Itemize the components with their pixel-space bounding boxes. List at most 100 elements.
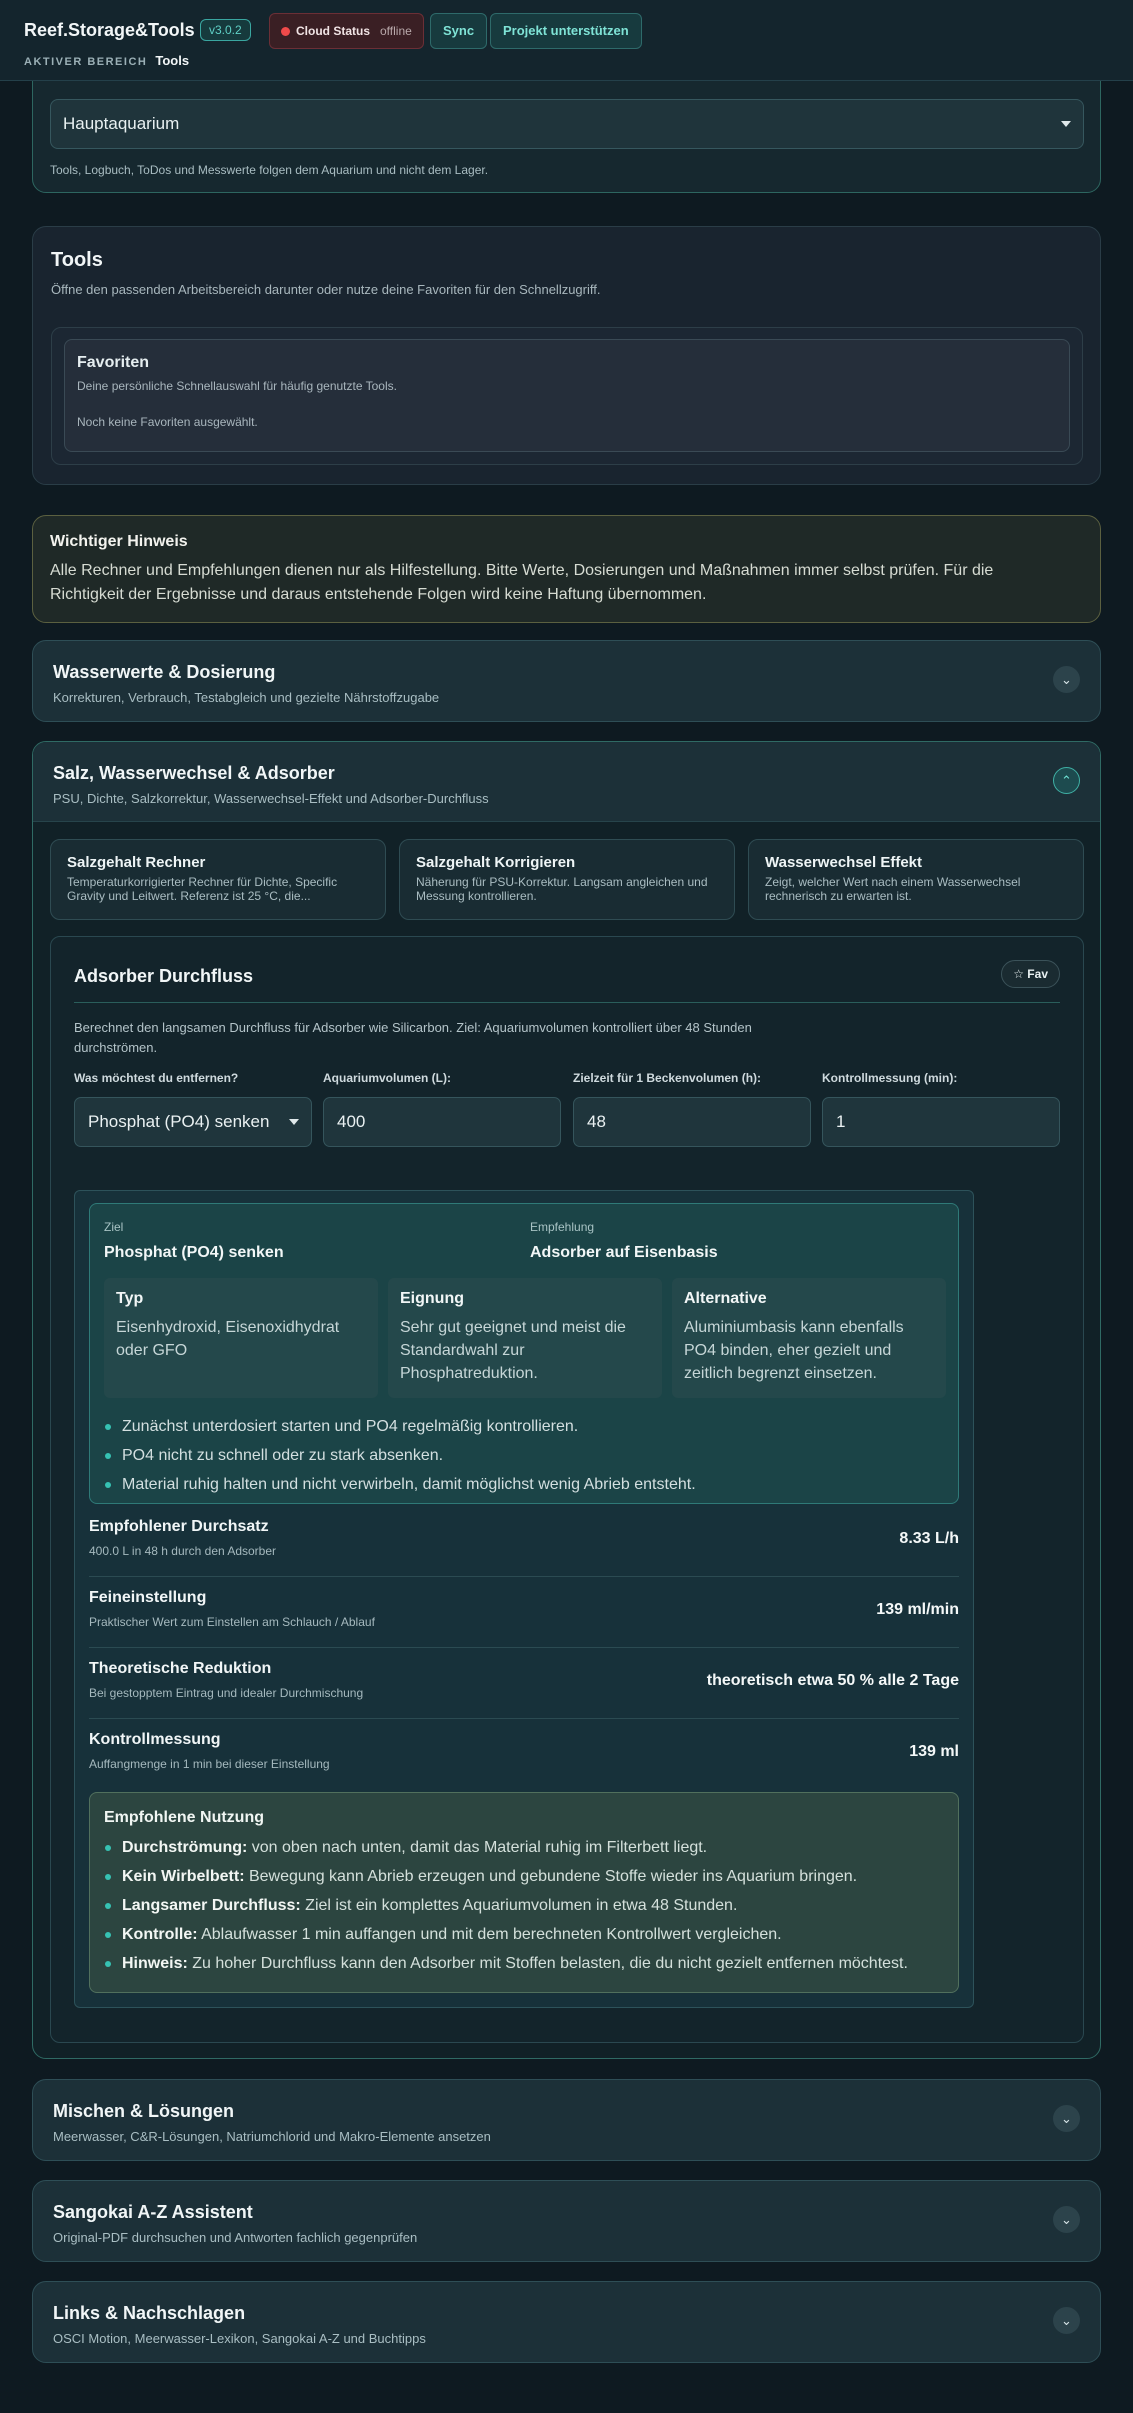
chevron-down-icon[interactable]: ⌄ xyxy=(1053,666,1080,693)
cloud-status-state: offline xyxy=(380,24,412,38)
section-title: Sangokai A-Z Assistent xyxy=(53,2202,253,2222)
remove-select-value: Phosphat (PO4) senken xyxy=(88,1112,270,1131)
support-project-button[interactable]: Projekt unterstützen xyxy=(490,13,642,49)
usage-list: Durchströmung: von oben nach unten, dami… xyxy=(104,1833,944,1978)
important-notice: Wichtiger Hinweis Alle Rechner und Empfe… xyxy=(32,515,1101,623)
time-input[interactable]: 48 xyxy=(573,1097,811,1147)
goal-card: Ziel Phosphat (PO4) senken Empfehlung Ad… xyxy=(89,1203,959,1504)
result-row-reduktion: Theoretische Reduktion Bei gestopptem Ei… xyxy=(89,1648,959,1719)
section-salz-header[interactable]: Salz, Wasserwechsel & Adsorber PSU, Dich… xyxy=(33,742,1100,822)
adsorber-title: Adsorber Durchfluss xyxy=(74,966,254,986)
notice-title: Wichtiger Hinweis xyxy=(50,533,188,550)
list-item: Zunächst unterdosiert starten und PO4 re… xyxy=(104,1412,944,1441)
usage-card: Empfohlene Nutzung Durchströmung: von ob… xyxy=(89,1792,959,1993)
section-wasserwerte[interactable]: Wasserwerte & Dosierung Korrekturen, Ver… xyxy=(32,640,1101,722)
info-box-alternative: Alternative Aluminiumbasis kann ebenfall… xyxy=(672,1278,946,1398)
info-box-text: Aluminiumbasis kann ebenfalls PO4 binden… xyxy=(684,1319,904,1382)
result-title: Empfohlener Durchsatz xyxy=(89,1518,269,1535)
usage-title: Empfohlene Nutzung xyxy=(104,1809,264,1826)
result-subtitle: Auffangmenge in 1 min bei dieser Einstel… xyxy=(89,1757,330,1771)
result-value: 8.33 L/h xyxy=(899,1530,959,1547)
cloud-status-label: Cloud Status xyxy=(296,24,370,38)
aquarium-select[interactable]: Hauptaquarium xyxy=(50,99,1084,149)
tool-wasserwechsel-effekt[interactable]: Wasserwechsel Effekt Zeigt, welcher Wert… xyxy=(748,839,1084,920)
tool-title: Wasserwechsel Effekt xyxy=(765,854,923,871)
recommendation-value: Adsorber auf Eisenbasis xyxy=(530,1244,718,1261)
breadcrumb: AKTIVER BEREICH Tools xyxy=(24,53,189,68)
app-header: Reef.Storage&Tools v3.0.2 Cloud Status o… xyxy=(0,0,1133,81)
section-links[interactable]: Links & Nachschlagen OSCI Motion, Meerwa… xyxy=(32,2281,1101,2363)
section-salz: Salz, Wasserwechsel & Adsorber PSU, Dich… xyxy=(32,741,1101,2059)
section-title: Salz, Wasserwechsel & Adsorber xyxy=(53,763,335,783)
chevron-down-icon[interactable]: ⌄ xyxy=(1053,2105,1080,2132)
aquarium-select-value: Hauptaquarium xyxy=(63,114,180,133)
result-title: Feineinstellung xyxy=(89,1589,207,1606)
list-item: Kontrolle: Ablaufwasser 1 min auffangen … xyxy=(104,1920,944,1949)
tools-card: Tools Öffne den passenden Arbeitsbereich… xyxy=(32,226,1101,485)
recommendation-label: Empfehlung xyxy=(530,1220,595,1234)
favorites-empty: Noch keine Favoriten ausgewählt. xyxy=(77,415,258,429)
result-row-kontrollmessung: Kontrollmessung Auffangmenge in 1 min be… xyxy=(89,1719,959,1790)
tools-subtitle: Öffne den passenden Arbeitsbereich darun… xyxy=(51,282,601,297)
section-subtitle: Korrekturen, Verbrauch, Testabgleich und… xyxy=(53,690,440,705)
breadcrumb-current: Tools xyxy=(155,53,190,68)
chevron-down-icon[interactable]: ⌄ xyxy=(1053,2307,1080,2334)
list-item: Material ruhig halten und nicht verwirbe… xyxy=(104,1470,944,1499)
app-title: Reef.Storage&Tools xyxy=(24,20,195,40)
volume-input[interactable]: 400 xyxy=(323,1097,561,1147)
section-subtitle: Original-PDF durchsuchen und Antworten f… xyxy=(53,2230,418,2245)
section-sangokai[interactable]: Sangokai A-Z Assistent Original-PDF durc… xyxy=(32,2180,1101,2262)
chevron-up-icon[interactable]: ⌃ xyxy=(1053,767,1080,794)
dropdown-caret-icon xyxy=(289,1119,299,1125)
adsorber-description: Berechnet den langsamen Durchfluss für A… xyxy=(74,1020,752,1055)
adsorber-panel: Adsorber Durchfluss ☆ Fav Berechnet den … xyxy=(50,936,1084,2043)
result-row-durchsatz: Empfohlener Durchsatz 400.0 L in 48 h du… xyxy=(89,1506,959,1577)
section-mischen[interactable]: Mischen & Lösungen Meerwasser, C&R-Lösun… xyxy=(32,2079,1101,2161)
info-box-typ: Typ Eisenhydroxid, Eisenoxidhydrat oder … xyxy=(104,1278,378,1398)
section-title: Links & Nachschlagen xyxy=(53,2303,246,2323)
result-value: 139 ml/min xyxy=(876,1601,959,1618)
favorites-box: Favoriten Deine persönliche Schnellauswa… xyxy=(64,339,1070,452)
time-label: Zielzeit für 1 Beckenvolumen (h): xyxy=(573,1071,762,1085)
section-title: Wasserwerte & Dosierung xyxy=(53,662,276,682)
list-item: Durchströmung: von oben nach unten, dami… xyxy=(104,1833,944,1862)
adsorber-result: Ziel Phosphat (PO4) senken Empfehlung Ad… xyxy=(74,1190,974,2008)
tools-title: Tools xyxy=(51,249,103,271)
info-box-title: Alternative xyxy=(684,1290,767,1307)
dropdown-caret-icon xyxy=(1061,121,1071,127)
aquarium-hint: Tools, Logbuch, ToDos und Messwerte folg… xyxy=(50,163,489,177)
goal-label: Ziel xyxy=(104,1220,124,1234)
goal-value: Phosphat (PO4) senken xyxy=(104,1244,284,1261)
list-item: Langsamer Durchfluss: Ziel ist ein kompl… xyxy=(104,1891,944,1920)
version-badge: v3.0.2 xyxy=(200,19,251,41)
tool-description: Temperaturkorrigierter Rechner für Dicht… xyxy=(67,875,338,903)
section-subtitle: PSU, Dichte, Salzkorrektur, Wasserwechse… xyxy=(53,791,489,806)
cloud-status-button[interactable]: Cloud Status offline xyxy=(269,13,424,49)
tool-salzgehalt-korrigieren[interactable]: Salzgehalt Korrigieren Näherung für PSU-… xyxy=(399,839,735,920)
volume-label: Aquariumvolumen (L): xyxy=(323,1071,451,1085)
notice-text: Alle Rechner und Empfehlungen dienen nur… xyxy=(50,562,994,603)
remove-select[interactable]: Phosphat (PO4) senken xyxy=(74,1097,312,1147)
favorites-title: Favoriten xyxy=(77,354,150,371)
tool-description: Näherung für PSU-Korrektur. Langsam angl… xyxy=(416,875,708,903)
info-box-eignung: Eignung Sehr gut geeignet und meist die … xyxy=(388,1278,662,1398)
sync-button[interactable]: Sync xyxy=(430,13,488,49)
divider xyxy=(74,1002,1060,1003)
chevron-down-icon[interactable]: ⌄ xyxy=(1053,2206,1080,2233)
tips-list: Zunächst unterdosiert starten und PO4 re… xyxy=(104,1412,944,1499)
breadcrumb-label: AKTIVER BEREICH xyxy=(24,56,148,68)
section-subtitle: OSCI Motion, Meerwasser-Lexikon, Sangoka… xyxy=(53,2331,426,2346)
tool-title: Salzgehalt Korrigieren xyxy=(416,854,576,871)
info-box-title: Eignung xyxy=(400,1290,464,1307)
result-subtitle: Praktischer Wert zum Einstellen am Schla… xyxy=(89,1615,375,1629)
list-item: Kein Wirbelbett: Bewegung kann Abrieb er… xyxy=(104,1862,944,1891)
tool-salzgehalt-rechner[interactable]: Salzgehalt Rechner Temperaturkorrigierte… xyxy=(50,839,386,920)
favorite-button[interactable]: ☆ Fav xyxy=(1001,960,1060,988)
info-box-text: Sehr gut geeignet und meist die Standard… xyxy=(400,1319,626,1382)
result-row-feineinstellung: Feineinstellung Praktischer Wert zum Ein… xyxy=(89,1577,959,1648)
check-input[interactable]: 1 xyxy=(822,1097,1060,1147)
status-dot-icon xyxy=(281,26,290,36)
check-label: Kontrollmessung (min): xyxy=(822,1071,958,1085)
tool-description: Zeigt, welcher Wert nach einem Wasserwec… xyxy=(765,875,1021,903)
favorites-subtitle: Deine persönliche Schnellauswahl für häu… xyxy=(77,379,397,393)
